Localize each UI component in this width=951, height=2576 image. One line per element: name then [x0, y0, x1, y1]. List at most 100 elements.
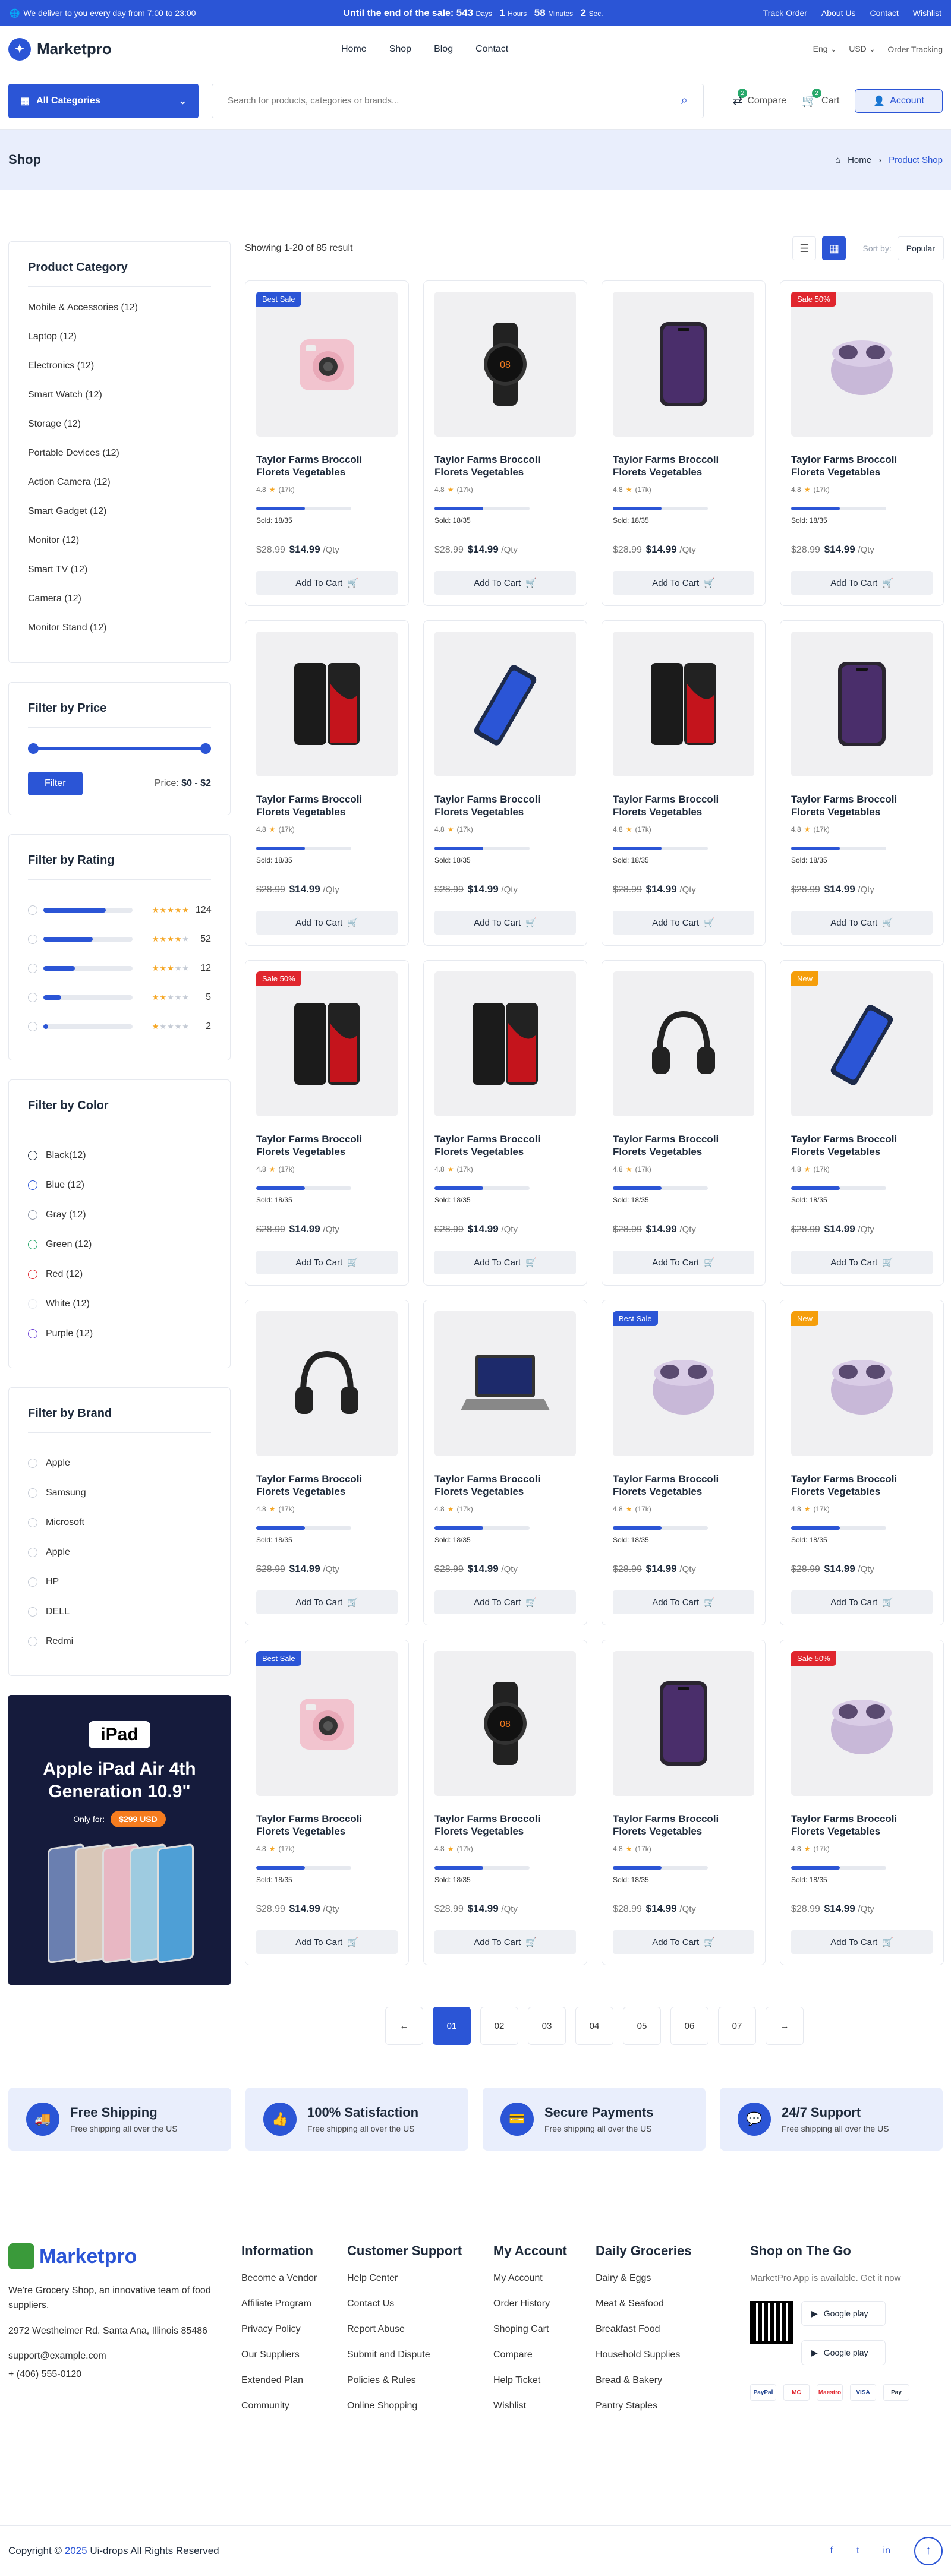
footer-link[interactable]: Help Ticket	[493, 2375, 596, 2386]
color-option[interactable]: Gray (12)	[28, 1200, 211, 1230]
color-option[interactable]: Purple (12)	[28, 1319, 211, 1349]
product-title[interactable]: Taylor Farms Broccoli Florets Vegetables	[613, 1473, 754, 1499]
brand-radio[interactable]	[28, 1518, 37, 1527]
add-to-cart-button[interactable]: Add To Cart 🛒	[613, 1251, 754, 1274]
footer-link[interactable]: Bread & Bakery	[596, 2375, 722, 2386]
color-radio[interactable]	[28, 1329, 37, 1338]
rating-row[interactable]: ★★★★★ 52	[28, 924, 211, 954]
compare-button[interactable]: ⇄ 2 Compare	[733, 89, 786, 108]
category-item[interactable]: Electronics (12)	[28, 361, 209, 390]
product-title[interactable]: Taylor Farms Broccoli Florets Vegetables	[791, 453, 933, 479]
product-card[interactable]: New Taylor Farms Broccoli Florets Vegetab…	[780, 960, 944, 1286]
rating-radio[interactable]	[28, 934, 37, 944]
range-min-handle[interactable]	[28, 743, 39, 754]
brand-option[interactable]: HP	[28, 1567, 211, 1597]
footer-link[interactable]: Dairy & Eggs	[596, 2273, 722, 2284]
product-image[interactable]	[434, 971, 576, 1116]
product-image[interactable]: Sale 50%	[256, 971, 398, 1116]
product-title[interactable]: Taylor Farms Broccoli Florets Vegetables	[434, 453, 576, 479]
add-to-cart-button[interactable]: Add To Cart 🛒	[791, 571, 933, 595]
product-card[interactable]: Taylor Farms Broccoli Florets Vegetables…	[602, 620, 766, 946]
product-title[interactable]: Taylor Farms Broccoli Florets Vegetables	[791, 793, 933, 819]
search-icon[interactable]: ⌕	[681, 94, 688, 108]
brand-radio[interactable]	[28, 1548, 37, 1557]
product-card[interactable]: Taylor Farms Broccoli Florets Vegetables…	[423, 620, 587, 946]
footer-link[interactable]: Report Abuse	[347, 2324, 493, 2335]
product-card[interactable]: Taylor Farms Broccoli Florets Vegetables…	[602, 960, 766, 1286]
footer-logo[interactable]: Marketpro	[8, 2243, 241, 2269]
color-radio[interactable]	[28, 1240, 37, 1249]
product-image[interactable]: New	[791, 971, 933, 1116]
product-title[interactable]: Taylor Farms Broccoli Florets Vegetables	[613, 453, 754, 479]
footer-link[interactable]: Help Center	[347, 2273, 493, 2284]
page-button[interactable]: 05	[623, 2007, 661, 2045]
product-image[interactable]: 08	[434, 1651, 576, 1796]
sort-select[interactable]: Popular	[897, 236, 944, 260]
product-card[interactable]: Taylor Farms Broccoli Florets Vegetables…	[245, 1300, 409, 1625]
add-to-cart-button[interactable]: Add To Cart 🛒	[613, 911, 754, 935]
add-to-cart-button[interactable]: Add To Cart 🛒	[613, 1930, 754, 1954]
contact-link[interactable]: Contact	[870, 8, 899, 18]
product-image[interactable]: Best Sale	[256, 1651, 398, 1796]
product-title[interactable]: Taylor Farms Broccoli Florets Vegetables	[434, 1133, 576, 1159]
product-title[interactable]: Taylor Farms Broccoli Florets Vegetables	[791, 1133, 933, 1159]
page-button[interactable]: 06	[670, 2007, 708, 2045]
category-item[interactable]: Action Camera (12)	[28, 477, 209, 506]
page-button[interactable]: 01	[433, 2007, 471, 2045]
brand-option[interactable]: Samsung	[28, 1478, 211, 1508]
product-card[interactable]: Taylor Farms Broccoli Florets Vegetables…	[245, 620, 409, 946]
category-item[interactable]: Portable Devices (12)	[28, 448, 209, 477]
brand-option[interactable]: Redmi	[28, 1627, 211, 1656]
color-radio[interactable]	[28, 1210, 37, 1220]
product-card[interactable]: Sale 50% Taylor Farms Broccoli Florets Ve…	[780, 1640, 944, 1965]
brand-radio[interactable]	[28, 1577, 37, 1587]
footer-link[interactable]: Affiliate Program	[241, 2299, 347, 2309]
price-range-slider[interactable]	[28, 743, 211, 754]
range-max-handle[interactable]	[200, 743, 211, 754]
account-button[interactable]: 👤 Account	[855, 89, 943, 113]
language-select[interactable]: Eng ⌄	[813, 44, 837, 54]
color-option[interactable]: Red (12)	[28, 1259, 211, 1289]
category-item[interactable]: Laptop (12)	[28, 332, 209, 361]
product-title[interactable]: Taylor Farms Broccoli Florets Vegetables	[256, 1133, 398, 1159]
logo[interactable]: ✦ Marketpro	[8, 37, 341, 61]
nav-shop[interactable]: Shop	[389, 44, 411, 55]
product-card[interactable]: Taylor Farms Broccoli Florets Vegetables…	[602, 1640, 766, 1965]
footer-link[interactable]: Compare	[493, 2350, 596, 2360]
page-button[interactable]: 03	[528, 2007, 566, 2045]
product-card[interactable]: Taylor Farms Broccoli Florets Vegetables…	[423, 960, 587, 1286]
color-option[interactable]: Black(12)	[28, 1141, 211, 1170]
category-item[interactable]: Storage (12)	[28, 419, 209, 448]
category-item[interactable]: Smart Gadget (12)	[28, 506, 209, 535]
color-radio[interactable]	[28, 1299, 37, 1309]
add-to-cart-button[interactable]: Add To Cart 🛒	[791, 911, 933, 935]
page-button[interactable]: 02	[480, 2007, 518, 2045]
linkedin-icon[interactable]: in	[883, 2546, 890, 2556]
product-title[interactable]: Taylor Farms Broccoli Florets Vegetables	[791, 1813, 933, 1839]
brand-radio[interactable]	[28, 1459, 37, 1468]
color-option[interactable]: Green (12)	[28, 1230, 211, 1259]
add-to-cart-button[interactable]: Add To Cart 🛒	[791, 1251, 933, 1274]
footer-link[interactable]: Submit and Dispute	[347, 2350, 493, 2360]
add-to-cart-button[interactable]: Add To Cart 🛒	[256, 1590, 398, 1614]
footer-link[interactable]: Online Shopping	[347, 2401, 493, 2411]
product-title[interactable]: Taylor Farms Broccoli Florets Vegetables	[613, 1133, 754, 1159]
add-to-cart-button[interactable]: Add To Cart 🛒	[256, 911, 398, 935]
footer-phone[interactable]: + (406) 555-0120	[8, 2367, 241, 2382]
rating-radio[interactable]	[28, 992, 37, 1002]
product-image[interactable]	[613, 971, 754, 1116]
product-card[interactable]: Sale 50% Taylor Farms Broccoli Florets Ve…	[245, 960, 409, 1286]
product-title[interactable]: Taylor Farms Broccoli Florets Vegetables	[256, 453, 398, 479]
product-title[interactable]: Taylor Farms Broccoli Florets Vegetables	[613, 1813, 754, 1839]
add-to-cart-button[interactable]: Add To Cart 🛒	[613, 571, 754, 595]
currency-select[interactable]: USD ⌄	[849, 44, 876, 54]
rating-row[interactable]: ★★★★★ 2	[28, 1012, 211, 1041]
all-categories-button[interactable]: ▦ All Categories ⌄	[8, 83, 199, 118]
order-tracking-link[interactable]: Order Tracking	[887, 45, 943, 54]
list-view-button[interactable]: ☰	[792, 236, 817, 260]
add-to-cart-button[interactable]: Add To Cart 🛒	[613, 1590, 754, 1614]
add-to-cart-button[interactable]: Add To Cart 🛒	[791, 1590, 933, 1614]
product-image[interactable]: Best Sale	[256, 292, 398, 437]
footer-link[interactable]: Meat & Seafood	[596, 2299, 722, 2309]
add-to-cart-button[interactable]: Add To Cart 🛒	[256, 1930, 398, 1954]
